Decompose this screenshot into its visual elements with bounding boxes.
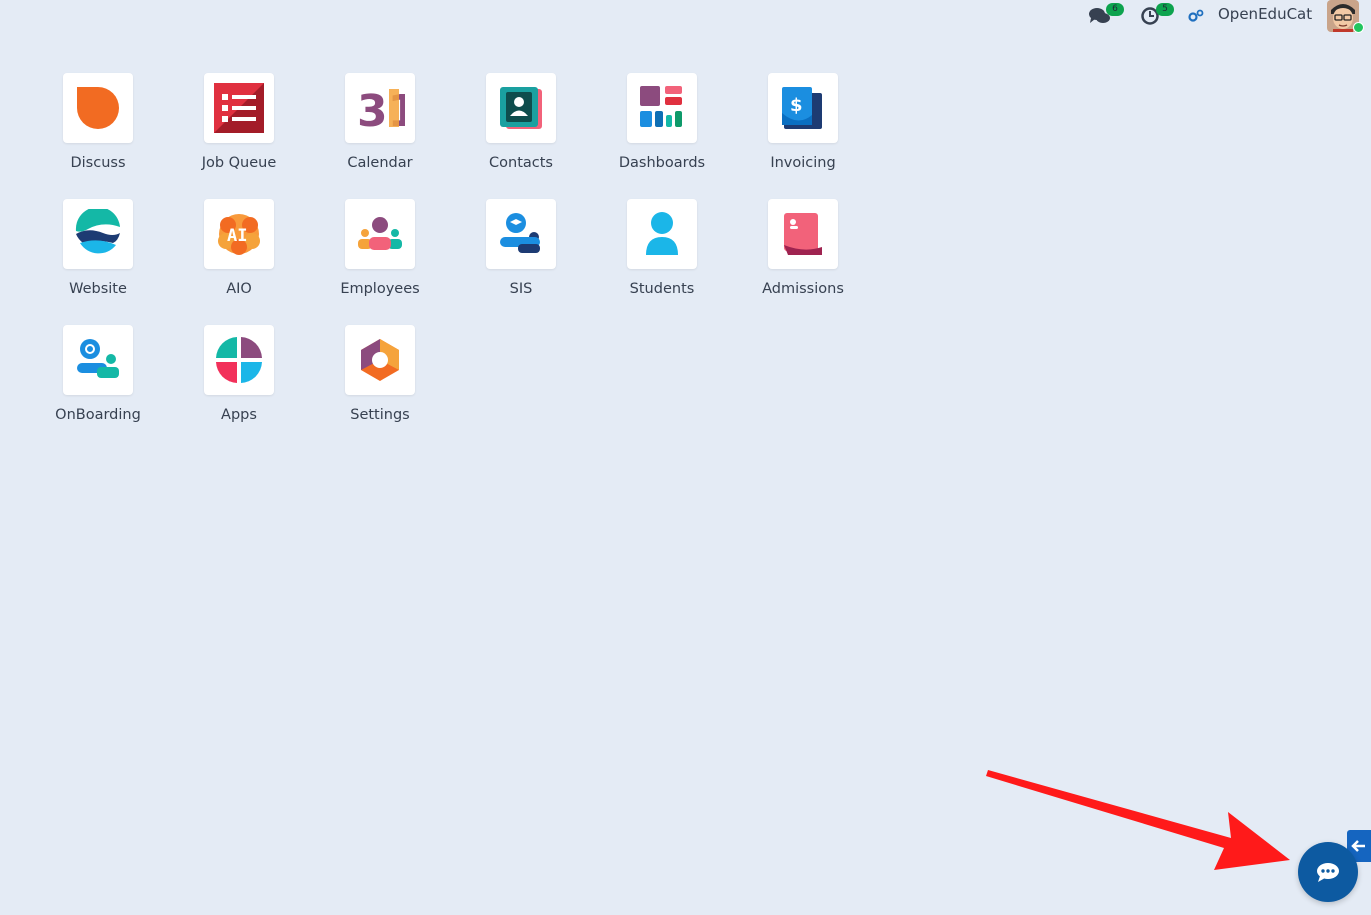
chat-bubble-icon (1317, 863, 1339, 882)
chat-button[interactable] (1298, 842, 1358, 902)
annotation-arrow (986, 770, 1290, 870)
arrow-left-icon (1351, 840, 1365, 852)
